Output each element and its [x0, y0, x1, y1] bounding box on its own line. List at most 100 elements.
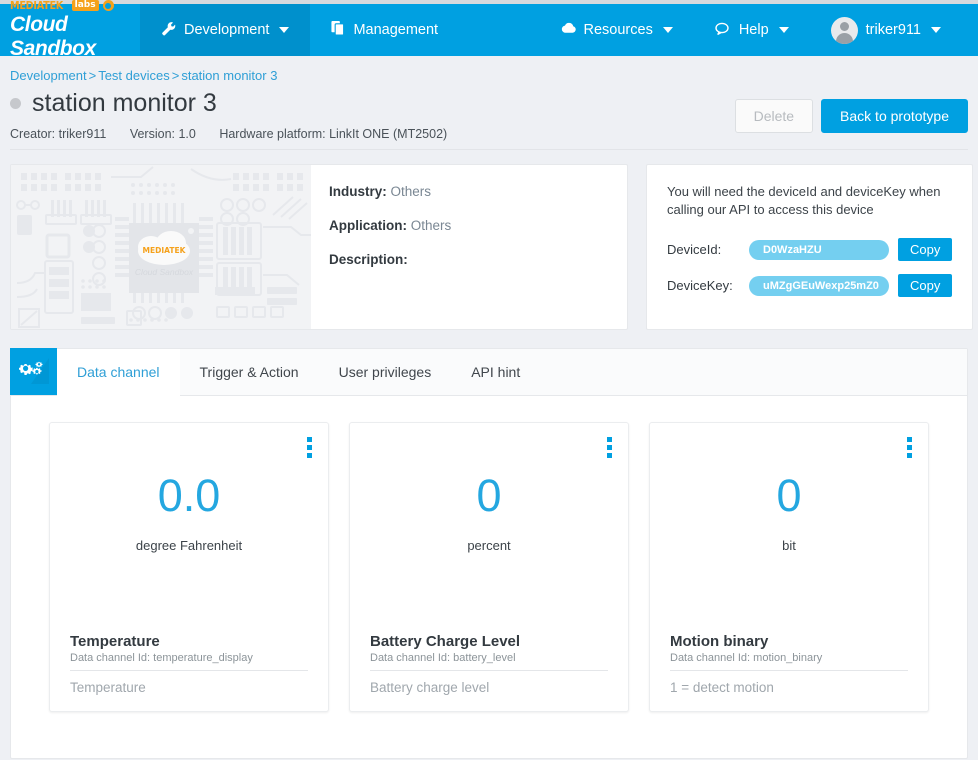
breadcrumb-item-current[interactable]: station monitor 3: [181, 68, 277, 83]
nav-item-management[interactable]: Management: [310, 4, 459, 56]
user-menu[interactable]: triker911: [810, 4, 962, 56]
channel-value-block: 0 bit: [650, 423, 928, 633]
data-channel-card: Data channel Trigger & Action User privi…: [10, 347, 968, 759]
channel-unit: degree Fahrenheit: [135, 537, 243, 553]
nav-item-resources[interactable]: Resources: [540, 4, 694, 56]
tab-api-hint[interactable]: API hint: [451, 349, 540, 395]
brand-logo[interactable]: MEDIATEK labs Cloud Sandbox: [0, 0, 140, 60]
attribute-label-application: Application: [329, 217, 403, 233]
page-actions: Delete Back to prototype: [734, 87, 968, 133]
brand-product-name: Cloud Sandbox: [10, 12, 96, 60]
breadcrumb-separator: >: [171, 68, 180, 83]
device-meta: Creator: triker911 Version: 1.0 Hardware…: [10, 127, 735, 149]
channel-value-block: 0.0 degree Fahrenheit: [50, 423, 328, 633]
channel-value: 0.0: [157, 469, 221, 521]
chevron-down-icon: [662, 27, 673, 33]
channel-footer: Battery Charge Level Data channel Id: ba…: [350, 633, 628, 711]
channel-description: Temperature: [70, 679, 146, 695]
kebab-menu-icon[interactable]: [907, 436, 912, 458]
nav-label-management: Management: [353, 22, 439, 38]
cloud-icon: [561, 22, 576, 38]
attribute-value-industry: Others: [390, 183, 432, 199]
device-status-dot-icon: [10, 98, 21, 110]
brand-mediatek-text: MEDIATEK: [10, 0, 64, 12]
channel-footer: Temperature Data channel Id: temperature…: [50, 633, 328, 711]
meta-version: Version: 1.0: [129, 126, 196, 141]
channel-card-motion-binary: 0 bit Motion binary Data channel Id: mot…: [649, 421, 929, 712]
nav-label-development: Development: [184, 22, 270, 38]
chat-icon: [715, 22, 731, 39]
channel-name: Temperature: [70, 632, 160, 650]
svg-text:Cloud Sandbox: Cloud Sandbox: [135, 267, 194, 277]
nav-label-help: Help: [738, 22, 769, 38]
device-overview-panel: MEDIATEK Cloud Sandbox Industry: Others …: [10, 163, 628, 330]
device-id-value: D0WzaHZU: [749, 239, 889, 260]
channel-value: 0: [476, 469, 502, 521]
channel-description: 1 = detect motion: [670, 679, 774, 695]
nav-item-help[interactable]: Help: [694, 4, 810, 56]
brand-labs-badge: labs: [71, 0, 99, 11]
tab-data-channel[interactable]: Data channel: [57, 348, 180, 396]
channel-unit: bit: [782, 537, 796, 553]
chevron-down-icon: [778, 27, 789, 33]
device-attribute-description: Description:: [329, 251, 408, 267]
copy-device-id-button[interactable]: Copy: [898, 238, 953, 262]
delete-button[interactable]: Delete: [734, 99, 814, 133]
title-divider: [10, 148, 968, 150]
channel-value: 0: [776, 469, 802, 521]
attribute-value-application: Others: [410, 217, 452, 233]
device-attributes: Industry: Others Application: Others Des…: [311, 165, 627, 329]
device-key-value: uMZgGEuWexp25mZ0: [749, 275, 889, 296]
tab-user-privileges[interactable]: User privileges: [319, 349, 452, 395]
primary-nav: Development Management: [140, 4, 459, 56]
device-id-row: DeviceId: D0WzaHZU Copy: [667, 238, 953, 262]
channel-card-battery-charge-level: 0 percent Battery Charge Level Data chan…: [349, 421, 629, 712]
channel-footer: Motion binary Data channel Id: motion_bi…: [650, 633, 928, 711]
channel-description: Battery charge level: [370, 679, 490, 695]
device-attribute-industry: Industry: Others: [329, 183, 432, 199]
wrench-icon: [161, 21, 176, 40]
nav-label-resources: Resources: [583, 22, 653, 38]
chevron-down-icon: [931, 27, 941, 33]
channel-value-block: 0 percent: [350, 423, 628, 633]
tab-trigger-action[interactable]: Trigger & Action: [180, 349, 319, 395]
page-title: station monitor 3: [32, 89, 217, 117]
kebab-menu-icon[interactable]: [607, 436, 612, 458]
breadcrumb-item-test-devices[interactable]: Test devices: [98, 68, 170, 83]
channel-id-label: Data channel Id: battery_level: [370, 652, 608, 671]
tab-bar: Data channel Trigger & Action User privi…: [10, 347, 967, 396]
device-key-row: DeviceKey: uMZgGEuWexp25mZ0 Copy: [667, 274, 953, 298]
page-body: Development > Test devices > station monitor…: [0, 56, 978, 759]
copy-icon: [331, 20, 345, 40]
page-title-block: station monitor 3 Creator: triker911 Ver…: [10, 87, 735, 149]
info-panels: MEDIATEK Cloud Sandbox Industry: Others …: [10, 163, 974, 330]
breadcrumb-separator: >: [88, 68, 97, 83]
breadcrumb: Development > Test devices > station monitor…: [10, 56, 968, 87]
svg-text:MEDIATEK: MEDIATEK: [143, 246, 187, 255]
copy-device-key-button[interactable]: Copy: [898, 274, 953, 298]
meta-creator: Creator: triker911: [10, 126, 107, 141]
title-line: station monitor 3: [10, 89, 735, 118]
channel-card-temperature: 0.0 degree Fahrenheit Temperature Data c…: [49, 421, 329, 712]
channel-list: 0.0 degree Fahrenheit Temperature Data c…: [11, 396, 967, 758]
meta-hardware-platform: Hardware platform: LinkIt ONE (MT2502): [219, 126, 448, 141]
back-to-prototype-button[interactable]: Back to prototype: [821, 99, 968, 133]
api-note: You will need the deviceId and deviceKey…: [667, 183, 941, 218]
channel-name: Motion binary: [670, 632, 769, 650]
device-key-label: DeviceKey:: [667, 278, 733, 294]
gears-icon: [10, 347, 57, 395]
attribute-label-description: Description: [329, 251, 404, 267]
avatar: [830, 16, 858, 44]
device-attribute-application: Application: Others: [329, 217, 452, 233]
channel-name: Battery Charge Level: [370, 632, 521, 650]
device-id-label: DeviceId:: [667, 242, 722, 258]
api-credentials-panel: You will need the deviceId and deviceKey…: [646, 163, 974, 330]
nav-item-development[interactable]: Development: [140, 4, 311, 56]
breadcrumb-item-development[interactable]: Development: [10, 68, 87, 83]
user-name: triker911: [865, 22, 921, 38]
attribute-label-industry: Industry: [329, 183, 383, 199]
secondary-nav: Resources Help triker911: [540, 4, 978, 56]
kebab-menu-icon[interactable]: [307, 436, 312, 458]
channel-id-label: Data channel Id: motion_binary: [670, 652, 908, 671]
device-image: MEDIATEK Cloud Sandbox: [11, 164, 311, 329]
